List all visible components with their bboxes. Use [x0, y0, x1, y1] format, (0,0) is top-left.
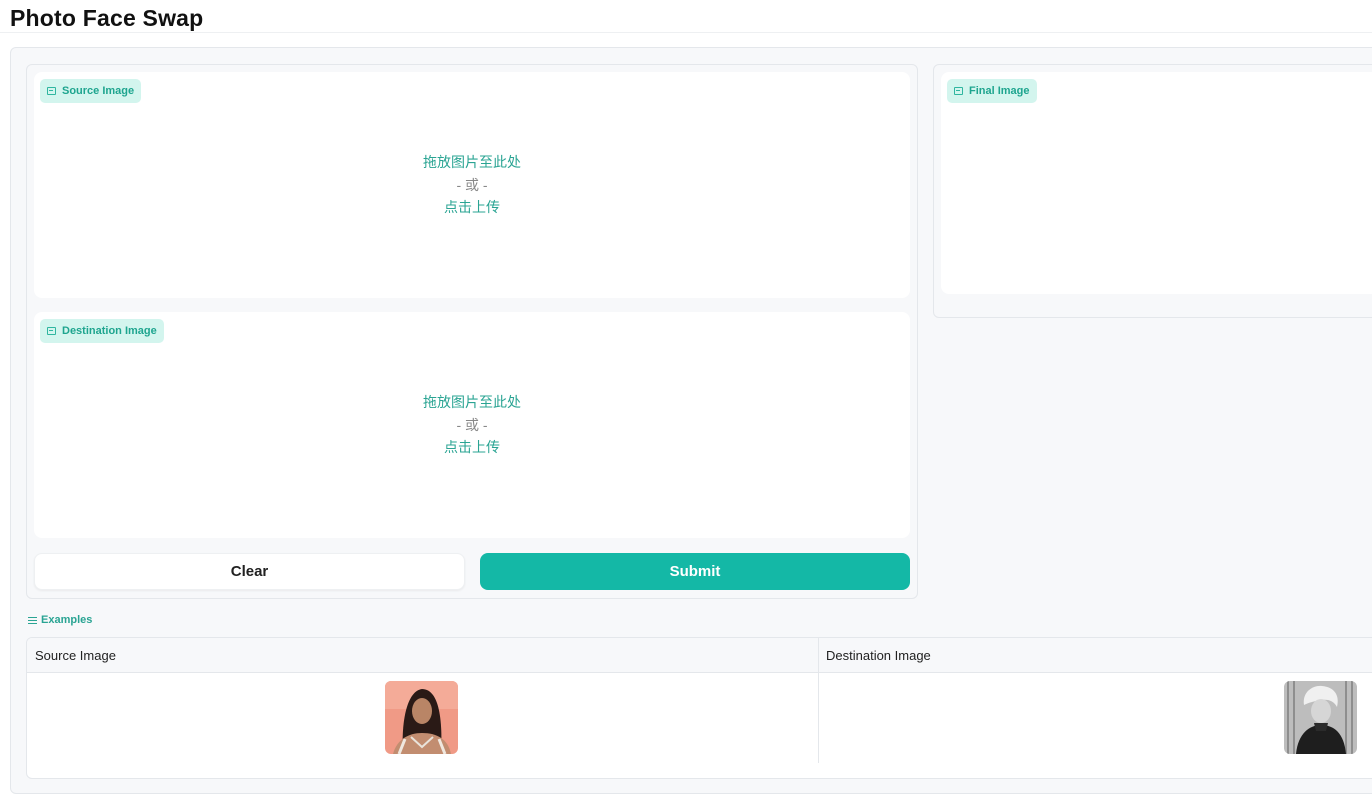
column-header-destination: Destination Image	[826, 648, 931, 663]
clear-button[interactable]: Clear	[34, 553, 465, 590]
source-image-label: Source Image	[40, 79, 142, 103]
title-divider	[0, 32, 1372, 33]
or-text: - 或 -	[456, 416, 488, 433]
click-upload-text[interactable]: 点击上传	[34, 196, 910, 219]
examples-header-row: Source Image Destination Image	[27, 638, 1372, 673]
bw-portrait-photo-icon	[1284, 681, 1357, 754]
woman-portrait-photo-icon	[385, 681, 458, 754]
column-header-source: Source Image	[35, 648, 116, 663]
image-icon	[954, 87, 963, 95]
example-destination-thumbnail[interactable]	[1284, 681, 1357, 754]
destination-image-dropzone[interactable]: Destination Image 拖放图片至此处 - 或 - 点击上传	[34, 312, 910, 538]
example-source-thumbnail[interactable]	[385, 681, 458, 754]
upload-prompt[interactable]: 拖放图片至此处 - 或 - 点击上传	[34, 391, 910, 459]
examples-table: Source Image Destination Image	[26, 637, 1372, 779]
list-icon	[28, 616, 37, 624]
image-icon	[47, 327, 56, 335]
examples-label: Examples	[28, 614, 92, 626]
source-image-dropzone[interactable]: Source Image 拖放图片至此处 - 或 - 点击上传	[34, 72, 910, 298]
page-title: Photo Face Swap	[10, 5, 204, 31]
or-text: - 或 -	[456, 176, 488, 193]
final-image-display: Final Image	[941, 72, 1372, 294]
submit-button[interactable]: Submit	[480, 553, 910, 590]
final-image-label: Final Image	[947, 79, 1037, 103]
column-divider	[818, 638, 819, 763]
click-upload-text[interactable]: 点击上传	[34, 436, 910, 459]
upload-prompt[interactable]: 拖放图片至此处 - 或 - 点击上传	[34, 151, 910, 219]
drop-text: 拖放图片至此处	[423, 394, 521, 410]
drop-text: 拖放图片至此处	[423, 154, 521, 170]
destination-image-label: Destination Image	[40, 319, 164, 343]
image-icon	[47, 87, 56, 95]
